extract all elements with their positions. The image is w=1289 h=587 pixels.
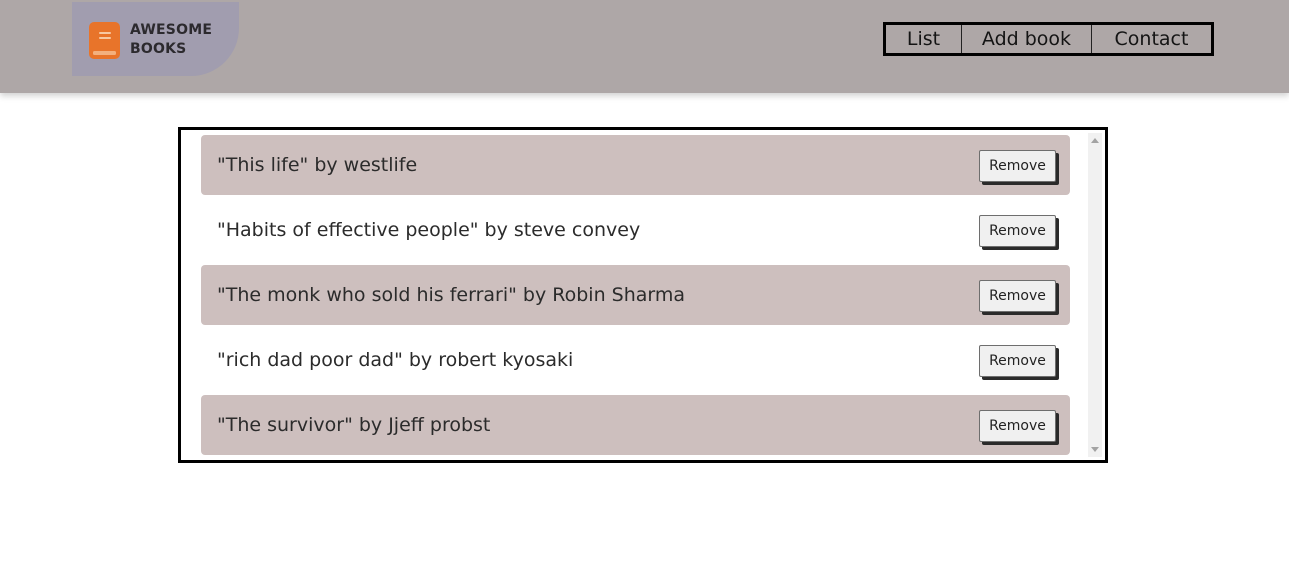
book-title: "Habits of effective people" by steve co… xyxy=(217,219,641,241)
remove-button[interactable]: Remove xyxy=(979,410,1056,442)
brand-line-1: AWESOME xyxy=(130,22,213,38)
brand-line-2: BOOKS xyxy=(130,41,187,57)
book-title: "The survivor" by Jjeff probst xyxy=(217,414,491,436)
remove-button[interactable]: Remove xyxy=(979,345,1056,377)
main-nav: List Add book Contact xyxy=(883,22,1214,56)
book-title: "rich dad poor dad" by robert kyosaki xyxy=(217,349,574,371)
nav-add-book-link[interactable]: Add book xyxy=(962,25,1092,53)
nav-contact-link[interactable]: Contact xyxy=(1092,25,1211,53)
header: AWESOME BOOKS List Add book Contact xyxy=(0,0,1289,93)
logo[interactable]: AWESOME BOOKS xyxy=(72,2,239,76)
book-title: "The monk who sold his ferrari" by Robin… xyxy=(217,284,686,306)
book-item: "Habits of effective people" by steve co… xyxy=(201,200,1070,260)
scroll-up-icon[interactable] xyxy=(1091,138,1099,143)
book-item: "This life" by westlife Remove xyxy=(201,135,1070,195)
nav-list-link[interactable]: List xyxy=(886,25,962,53)
remove-button[interactable]: Remove xyxy=(979,150,1056,182)
scrollbar[interactable] xyxy=(1088,133,1102,457)
brand-name: AWESOME BOOKS xyxy=(130,21,212,59)
remove-button[interactable]: Remove xyxy=(979,280,1056,312)
book-icon xyxy=(89,22,120,59)
book-item: "The monk who sold his ferrari" by Robin… xyxy=(201,265,1070,325)
remove-button[interactable]: Remove xyxy=(979,215,1056,247)
scroll-down-icon[interactable] xyxy=(1091,447,1099,452)
book-title: "This life" by westlife xyxy=(217,154,418,176)
book-list[interactable]: "This life" by westlife Remove "Habits o… xyxy=(178,127,1108,463)
book-item: "rich dad poor dad" by robert kyosaki Re… xyxy=(201,330,1070,390)
book-item: "The survivor" by Jjeff probst Remove xyxy=(201,395,1070,455)
